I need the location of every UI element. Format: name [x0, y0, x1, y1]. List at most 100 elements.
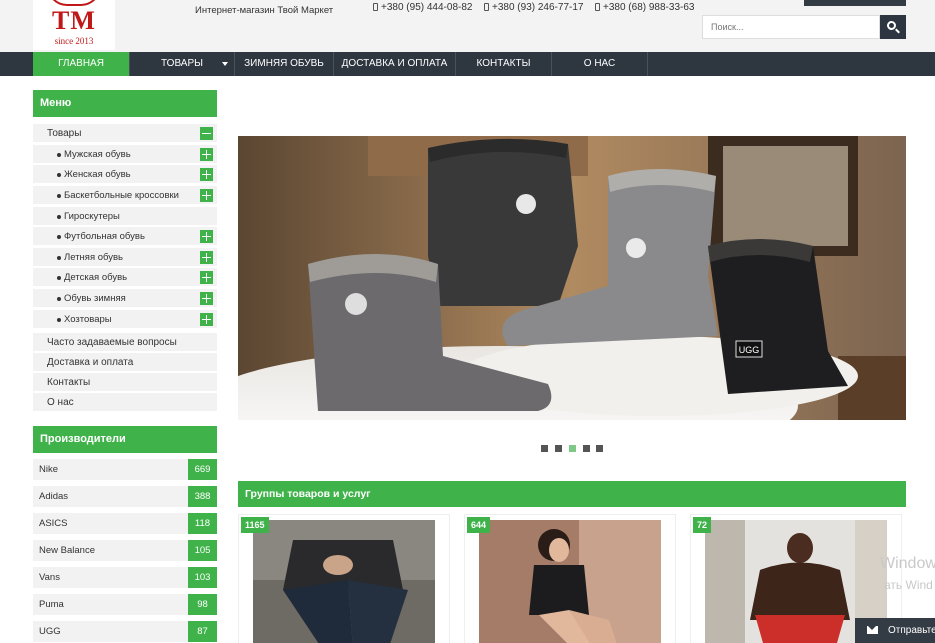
expand-icon[interactable] [200, 230, 213, 243]
brand-item[interactable]: Nike 669 [33, 459, 217, 480]
phone-number: +380 (68) 988-33-63 [603, 2, 695, 13]
slider-dot-active[interactable] [569, 445, 576, 452]
menu-label: Женская обувь [57, 165, 131, 184]
menu-label: Баскетбольные кроссовки [57, 186, 179, 205]
brand-count: 388 [188, 486, 217, 507]
brand-item[interactable]: ASICS 118 [33, 513, 217, 534]
nav-products[interactable]: ТОВАРЫ [130, 52, 235, 76]
group-count-badge: 72 [693, 517, 712, 533]
menu-subitem[interactable]: Гироскутеры [33, 207, 217, 226]
slider-dot[interactable] [596, 445, 603, 452]
logo-since: since 2013 [54, 36, 94, 46]
brand-name: ASICS [39, 518, 68, 529]
slide-image-boots: UGG [238, 136, 906, 420]
main-nav: ГЛАВНАЯ ТОВАРЫ ЗИМНЯЯ ОБУВЬ ДОСТАВКА И О… [0, 52, 935, 76]
brand-name: Adidas [39, 491, 69, 502]
slider-dot[interactable] [555, 445, 562, 452]
envelope-icon [867, 626, 878, 634]
chevron-down-icon [222, 62, 228, 66]
groups-title: Группы товаров и услуг [238, 481, 906, 507]
nav-label: ТОВАРЫ [161, 58, 203, 69]
send-label: Отправьте [888, 625, 935, 636]
expand-icon[interactable] [200, 168, 213, 181]
menu-item-products[interactable]: Товары [33, 124, 217, 143]
menu-label: Контакты [47, 377, 91, 388]
nav-contacts[interactable]: КОНТАКТЫ [456, 52, 552, 76]
brand-name: New Balance [39, 545, 95, 556]
hero-slider[interactable]: UGG [238, 136, 906, 420]
brand-count: 118 [188, 513, 217, 534]
expand-icon[interactable] [200, 271, 213, 284]
menu-label: Футбольная обувь [57, 227, 145, 246]
menu-label: Товары [47, 128, 82, 139]
search-button[interactable] [880, 15, 906, 39]
phone-number: +380 (95) 444-08-82 [381, 2, 473, 13]
brand-item[interactable]: Puma 98 [33, 594, 217, 615]
menu-subitem[interactable]: Женская обувь [33, 165, 217, 184]
menu-subitem[interactable]: Хозтовары [33, 310, 217, 329]
brand-name: UGG [39, 626, 61, 637]
site-logo[interactable]: TM since 2013 [33, 0, 115, 50]
group-count-badge: 1165 [241, 517, 269, 533]
brand-item[interactable]: UGG 87 [33, 621, 217, 642]
brand-name: Vans [39, 572, 60, 583]
header: TM since 2013 Интернет-магазин Твой Марк… [0, 0, 935, 52]
group-count-badge: 644 [467, 517, 491, 533]
phone-3[interactable]: +380 (68) 988-33-63 [595, 2, 694, 13]
phone-icon [595, 3, 600, 11]
nav-about[interactable]: О НАС [552, 52, 648, 76]
nav-winter-shoes[interactable]: ЗИМНЯЯ ОБУВЬ [235, 52, 334, 76]
phone-number: +380 (93) 246-77-17 [492, 2, 584, 13]
expand-icon[interactable] [200, 292, 213, 305]
send-message-button[interactable]: Отправьте [855, 618, 935, 643]
group-card-women[interactable]: 644 [464, 514, 676, 643]
windows-watermark-sub: ать Wind [884, 578, 933, 592]
menu-label: Детская обувь [56, 268, 127, 287]
menu-subitem[interactable]: Детская обувь [33, 268, 217, 287]
menu-label: Летняя обувь [57, 248, 123, 267]
brand-count: 98 [188, 594, 217, 615]
brand-count: 669 [188, 459, 217, 480]
menu-item-delivery[interactable]: Доставка и оплата [33, 353, 217, 372]
nav-delivery[interactable]: ДОСТАВКА И ОПЛАТА [334, 52, 456, 76]
slider-dot[interactable] [541, 445, 548, 452]
menu-subitem[interactable]: Футбольная обувь [33, 227, 217, 246]
menu-label: Обувь зимняя [57, 289, 126, 308]
top-button[interactable] [804, 0, 906, 6]
menu-subitem[interactable]: Баскетбольные кроссовки [33, 186, 217, 205]
phone-1[interactable]: +380 (95) 444-08-82 [373, 2, 472, 13]
menu-item-faq[interactable]: Часто задаваемые вопросы [33, 333, 217, 352]
group-image-men [253, 520, 435, 643]
menu-label: Хозтовары [57, 310, 112, 329]
menu-item-about[interactable]: О нас [33, 393, 217, 412]
brand-count: 105 [188, 540, 217, 561]
expand-icon[interactable] [200, 251, 213, 264]
brand-item[interactable]: Adidas 388 [33, 486, 217, 507]
slider-dot[interactable] [583, 445, 590, 452]
brands-title: Производители [33, 426, 217, 453]
phone-icon [373, 3, 378, 11]
group-image-women [479, 520, 661, 643]
logo-text: TM [52, 6, 96, 35]
expand-icon[interactable] [200, 189, 213, 202]
brand-item[interactable]: New Balance 105 [33, 540, 217, 561]
expand-icon[interactable] [200, 313, 213, 326]
menu-label: Мужская обувь [57, 145, 131, 164]
phone-icon [484, 3, 489, 11]
search-input[interactable] [702, 15, 880, 39]
menu-label: Часто задаваемые вопросы [47, 337, 177, 348]
expand-icon[interactable] [200, 148, 213, 161]
menu-subitem[interactable]: Обувь зимняя [33, 289, 217, 308]
group-card-men[interactable]: 1165 [238, 514, 450, 643]
phone-2[interactable]: +380 (93) 246-77-17 [484, 2, 583, 13]
brand-name: Nike [39, 464, 59, 475]
windows-watermark: Window [880, 555, 935, 572]
brand-item[interactable]: Vans 103 [33, 567, 217, 588]
menu-label: Гироскутеры [57, 207, 120, 226]
menu-item-contacts[interactable]: Контакты [33, 373, 217, 392]
brand-name: Puma [39, 599, 64, 610]
collapse-icon[interactable] [200, 127, 213, 140]
menu-subitem[interactable]: Летняя обувь [33, 248, 217, 267]
nav-home[interactable]: ГЛАВНАЯ [33, 52, 130, 76]
menu-subitem[interactable]: Мужская обувь [33, 145, 217, 164]
